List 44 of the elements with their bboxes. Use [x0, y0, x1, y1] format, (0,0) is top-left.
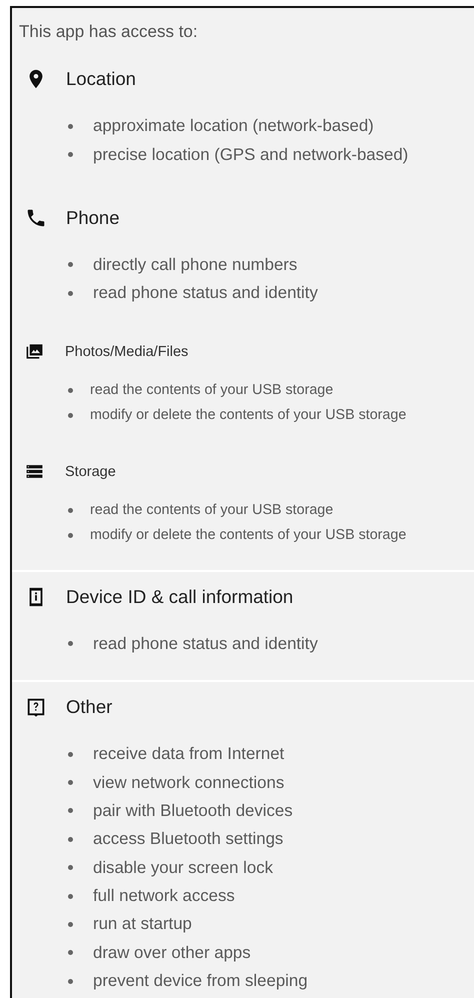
bullet-icon	[68, 808, 73, 814]
bullet-icon	[68, 262, 73, 268]
permission-group-title: Phone	[66, 206, 120, 229]
permission-item: view network connections	[93, 772, 284, 793]
permission-item: draw over other apps	[93, 942, 251, 963]
bullet-icon	[68, 752, 73, 757]
permission-group-title: Location	[66, 68, 136, 90]
bullet-icon	[68, 922, 73, 927]
permission-item: receive data from Internet	[93, 744, 284, 764]
photo-stack-icon	[25, 342, 44, 362]
bullet-icon	[68, 124, 73, 129]
bullet-icon	[68, 836, 73, 842]
permission-item: read the contents of your USB storage	[90, 382, 334, 398]
bullet-icon	[68, 978, 73, 984]
bullet-icon	[68, 950, 73, 956]
permission-item: access Bluetooth settings	[93, 829, 284, 850]
permission-item: directly call phone numbers	[93, 254, 298, 275]
permission-item: modify or delete the contents of your USB storage	[90, 407, 406, 424]
bullet-icon	[68, 780, 73, 786]
permission-item: pair with Bluetooth devices	[93, 800, 293, 821]
permission-item: full network access	[93, 886, 235, 906]
permission-group-title: Storage	[65, 464, 116, 480]
bullet-icon	[68, 388, 73, 393]
permission-item: modify or delete the contents of your USB storage	[90, 527, 406, 544]
bullet-icon	[68, 894, 73, 899]
bullet-icon	[68, 152, 73, 158]
permission-group-title: Other	[66, 696, 112, 718]
bullet-icon	[68, 508, 73, 513]
bullet-icon	[68, 412, 73, 418]
permission-item: read phone status and identity	[93, 283, 318, 304]
permission-group-title: Photos/Media/Files	[65, 344, 188, 360]
permission-item: read the contents of your USB storage	[90, 502, 334, 518]
bullet-icon	[68, 865, 73, 870]
permission-item: run at startup	[93, 914, 192, 934]
permission-item: approximate location (network-based)	[93, 116, 374, 136]
bullet-icon	[68, 532, 73, 538]
access-heading: This app has access to:	[18, 21, 199, 43]
permission-item: disable your screen lock	[93, 858, 274, 878]
permission-item: precise location (GPS and network-based)	[93, 144, 408, 165]
bullet-icon	[68, 290, 73, 296]
bullet-icon	[68, 641, 73, 646]
permission-group-title: Device ID & call information	[66, 586, 294, 608]
permission-item: read phone status and identity	[93, 634, 318, 654]
permission-item: prevent device from sleeping	[93, 971, 308, 992]
